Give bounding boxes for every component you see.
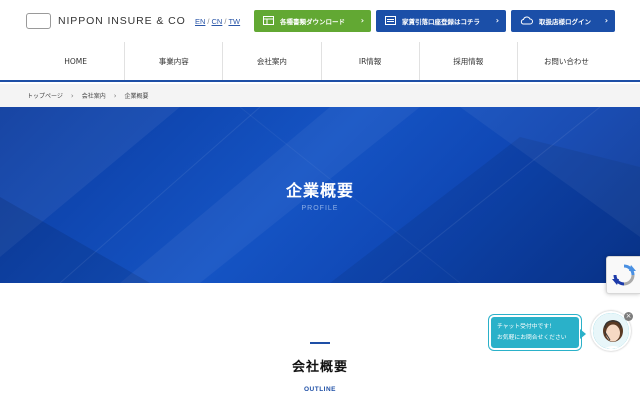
chat-close-icon[interactable]: × bbox=[624, 312, 633, 321]
chat-bubble[interactable]: チャット受付中です！ お気軽にお問合せください bbox=[489, 315, 586, 350]
card-icon bbox=[385, 15, 396, 27]
lang-link-en[interactable]: EN bbox=[195, 17, 205, 26]
page-subtitle: PROFILE bbox=[301, 205, 339, 212]
chat-line-2: お気軽にお問合せください bbox=[497, 335, 567, 341]
site-logo[interactable]: NIPPON INSURE & CO bbox=[26, 13, 186, 29]
agent-login-label: 取扱店様ログイン bbox=[539, 18, 591, 26]
logo-mark bbox=[26, 13, 51, 29]
section-subtitle: OUTLINE bbox=[303, 386, 337, 393]
cloud-icon bbox=[520, 16, 533, 27]
chevron-right-icon: › bbox=[604, 16, 608, 25]
lang-link-cn[interactable]: CN bbox=[212, 17, 223, 26]
nav-item-recruit[interactable]: 採用情報 bbox=[420, 42, 518, 80]
breadcrumb-link-company[interactable]: 会社案内 bbox=[82, 91, 106, 100]
nav-item-company[interactable]: 会社案内 bbox=[223, 42, 322, 80]
chat-line-1: チャット受付中です！ bbox=[497, 324, 555, 330]
global-nav: HOME 事業内容 会社案内 IR情報 採用情報 お問い合わせ bbox=[0, 42, 640, 82]
nav-item-contact[interactable]: お問い合わせ bbox=[518, 42, 615, 80]
section-title: 会社概要 bbox=[291, 360, 348, 375]
chat-bubble-tail bbox=[580, 329, 586, 339]
page-title: 企業概要 bbox=[285, 181, 354, 200]
agent-login-button[interactable]: 取扱店様ログイン › bbox=[511, 10, 615, 32]
nav-item-ir[interactable]: IR情報 bbox=[322, 42, 420, 80]
rent-account-registration-label: 家賃引落口座登録はコチラ bbox=[402, 18, 480, 26]
documents-download-label: 各種書類ダウンロード bbox=[280, 18, 345, 26]
recaptcha-badge[interactable] bbox=[606, 256, 640, 294]
recaptcha-icon bbox=[612, 264, 636, 286]
chevron-right-icon: › bbox=[113, 91, 117, 100]
nav-item-home[interactable]: HOME bbox=[27, 42, 126, 80]
breadcrumb-link-top[interactable]: トップページ bbox=[27, 91, 63, 100]
chevron-right-icon: › bbox=[70, 91, 74, 100]
nav-item-business[interactable]: 事業内容 bbox=[125, 42, 224, 80]
page-hero: 企業概要 PROFILE bbox=[0, 107, 640, 283]
breadcrumb-current: 企業概要 bbox=[124, 93, 149, 100]
breadcrumb: トップページ › 会社案内 › 企業概要 bbox=[0, 84, 640, 107]
chevron-right-icon: › bbox=[360, 16, 364, 25]
document-download-icon bbox=[263, 15, 274, 27]
chevron-right-icon: › bbox=[495, 16, 499, 25]
logo-text: NIPPON INSURE & CO bbox=[58, 15, 186, 27]
section-divider bbox=[310, 342, 330, 344]
language-switcher: EN / CN / TW bbox=[195, 17, 241, 26]
lang-link-tw[interactable]: TW bbox=[228, 17, 240, 26]
site-header: NIPPON INSURE & CO EN / CN / TW 各種書類ダウンロード ›… bbox=[0, 0, 640, 42]
documents-download-button[interactable]: 各種書類ダウンロード › bbox=[254, 10, 371, 32]
rent-account-registration-button[interactable]: 家賃引落口座登録はコチラ › bbox=[376, 10, 506, 32]
